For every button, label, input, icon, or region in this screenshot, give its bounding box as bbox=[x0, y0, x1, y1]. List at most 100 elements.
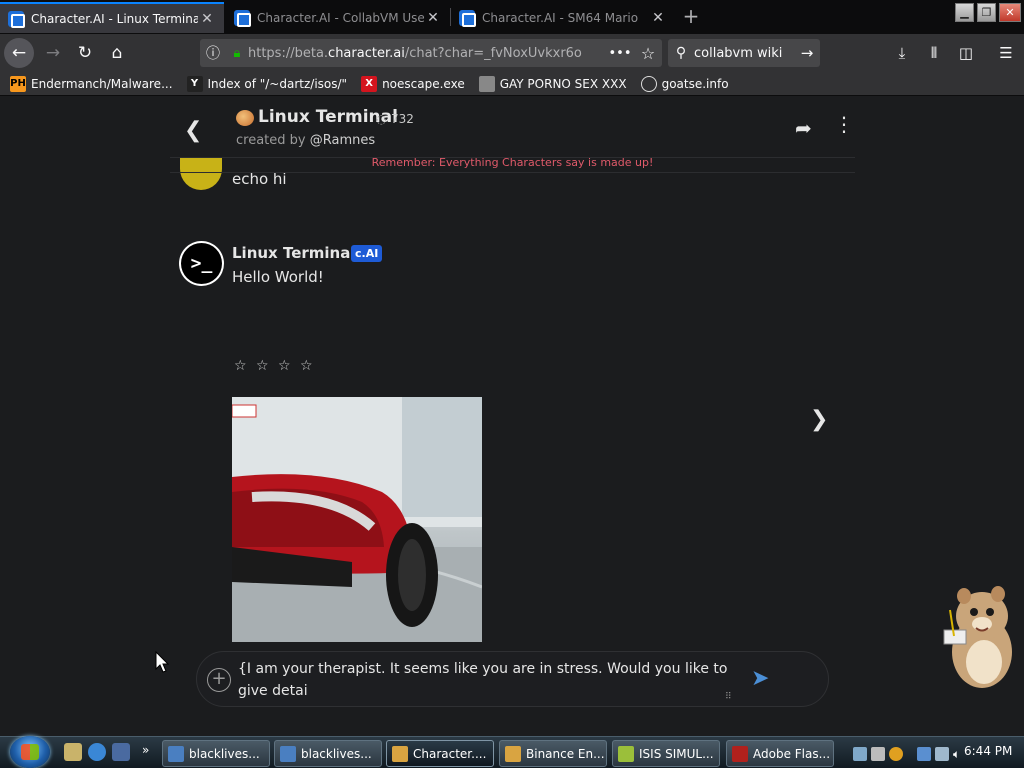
menu-hamburger-icon[interactable]: ☰ bbox=[996, 43, 1016, 63]
bookmark-label: GAY PORNO SEX XXX bbox=[499, 76, 627, 91]
taskbar-item-label: blacklives... bbox=[189, 746, 260, 761]
app-icon bbox=[505, 745, 521, 762]
taskbar-item-active[interactable]: Character.... bbox=[386, 740, 494, 767]
search-icon: ⚲ bbox=[675, 45, 687, 61]
bookmark-star-icon[interactable]: ☆ bbox=[634, 44, 662, 63]
tray-display-icon[interactable] bbox=[917, 746, 931, 761]
downloads-icon[interactable]: ⤓ bbox=[892, 43, 912, 63]
tray-network-icon[interactable] bbox=[853, 746, 867, 761]
tray-app-icon[interactable] bbox=[871, 746, 885, 761]
sidebar-icon[interactable]: ◫ bbox=[956, 43, 976, 63]
app-icon bbox=[280, 745, 296, 762]
tab-sm64-mario[interactable]: Character.AI - SM64 Mario ✕ bbox=[451, 2, 675, 33]
add-image-button[interactable]: + bbox=[207, 668, 231, 692]
quick-launch-overflow-icon[interactable]: » bbox=[142, 743, 149, 757]
url-text: https://beta.character.ai/chat?char=_fvN… bbox=[248, 45, 582, 61]
tab-collabvm-user[interactable]: Character.AI - CollabVM User ✕ bbox=[226, 2, 450, 33]
search-go-arrow-icon[interactable]: → bbox=[794, 44, 820, 62]
character-ai-favicon-icon bbox=[459, 9, 476, 27]
resize-grip-icon[interactable]: ⠿ bbox=[725, 692, 732, 702]
hamster-desktop-pet[interactable] bbox=[940, 580, 1020, 692]
bot-message-text: Hello World! bbox=[232, 268, 324, 286]
share-icon[interactable]: ➦ bbox=[795, 116, 812, 140]
back-chevron-icon[interactable]: ❮ bbox=[184, 118, 202, 143]
lock-icon: 🔒︎ bbox=[233, 45, 241, 61]
back-button[interactable]: ← bbox=[4, 38, 34, 68]
reload-button[interactable]: ↻ bbox=[70, 38, 100, 68]
minimize-button[interactable]: ▁ bbox=[955, 3, 974, 22]
bookmark-label: goatse.info bbox=[661, 76, 729, 91]
taskbar-item-label: ISIS SIMUL... bbox=[639, 746, 714, 761]
more-options-icon[interactable]: ⋮ bbox=[834, 114, 854, 134]
close-tab-icon[interactable]: ✕ bbox=[649, 10, 667, 26]
taskbar-item[interactable]: Adobe Flas... bbox=[726, 740, 834, 767]
taskbar-clock[interactable]: 6:44 PM bbox=[964, 744, 1012, 758]
app-favicon-icon bbox=[478, 75, 495, 92]
tray-search-icon[interactable] bbox=[889, 746, 903, 761]
taskbar-item[interactable]: blacklives... bbox=[274, 740, 382, 767]
tab-strip: Character.AI - Linux Terminal ✕ Characte… bbox=[0, 0, 1024, 34]
creator-link[interactable]: @Ramnes bbox=[310, 133, 375, 148]
close-tab-icon[interactable]: ✕ bbox=[424, 10, 442, 26]
tray-connection-icon[interactable] bbox=[935, 746, 949, 761]
bookmark-goatse[interactable]: goatse.info bbox=[640, 75, 729, 92]
navigation-toolbar: ← → ↻ ⌂ ⓘ 🔒︎ https://beta.character.ai/c… bbox=[0, 34, 1024, 72]
disclaimer-text: Remember: Everything Characters say is m… bbox=[371, 156, 654, 169]
app-icon bbox=[618, 745, 634, 762]
close-tab-icon[interactable]: ✕ bbox=[198, 11, 216, 27]
mouse-pointer-icon bbox=[155, 651, 169, 673]
terminal-prompt-icon: >_ bbox=[181, 243, 222, 284]
quick-launch-desktop-icon[interactable] bbox=[112, 743, 130, 761]
tab-linux-terminal[interactable]: Character.AI - Linux Terminal ✕ bbox=[0, 2, 224, 33]
bookmark-index-of-isos[interactable]: Y Index of "/~dartz/isos/" bbox=[186, 75, 347, 92]
x-favicon-icon: X bbox=[361, 75, 378, 92]
rating-star-icon[interactable]: ☆ bbox=[278, 358, 292, 374]
next-response-chevron-icon[interactable]: ❯ bbox=[810, 407, 828, 432]
bookmark-noescape[interactable]: X noescape.exe bbox=[361, 75, 465, 92]
app-icon bbox=[392, 745, 408, 762]
taskbar-item[interactable]: blacklives... bbox=[162, 740, 270, 767]
taskbar-item[interactable]: ISIS SIMUL... bbox=[612, 740, 720, 767]
rating-star-icon[interactable]: ☆ bbox=[234, 358, 248, 374]
forward-button[interactable]: → bbox=[38, 38, 68, 68]
message-input[interactable] bbox=[238, 658, 728, 704]
rating-star-icon[interactable]: ☆ bbox=[256, 358, 270, 374]
bookmark-gay-porno[interactable]: GAY PORNO SEX XXX bbox=[478, 75, 627, 92]
taskbar-item-label: blacklives... bbox=[301, 746, 372, 761]
bot-avatar[interactable]: >_ bbox=[179, 241, 224, 286]
header-divider bbox=[170, 172, 855, 173]
start-button[interactable] bbox=[10, 736, 50, 768]
home-button[interactable]: ⌂ bbox=[102, 38, 132, 68]
page-actions-icon[interactable]: ••• bbox=[606, 46, 634, 61]
character-ai-favicon-icon bbox=[234, 9, 251, 27]
ycombinator-favicon-icon: Y bbox=[186, 75, 203, 92]
rating-star-icon[interactable]: ☆ bbox=[300, 358, 314, 374]
info-icon[interactable]: ⓘ bbox=[200, 43, 226, 63]
app-icon bbox=[168, 745, 184, 762]
new-tab-button[interactable]: + bbox=[680, 6, 702, 28]
ph-favicon-icon: PH bbox=[10, 75, 26, 92]
tab-title: Character.AI - Linux Terminal bbox=[31, 11, 198, 26]
taskbar-item-label: Character.... bbox=[413, 746, 487, 761]
chat-page: echo hi ❮ Linux Terminal ◌ 732 created b… bbox=[0, 96, 1024, 736]
search-input[interactable]: collabvm wiki bbox=[694, 46, 794, 61]
restore-button[interactable]: ❐ bbox=[977, 3, 996, 22]
tab-title: Character.AI - CollabVM User bbox=[257, 10, 424, 25]
character-ai-favicon-icon bbox=[8, 10, 25, 28]
quick-launch-ie-icon[interactable] bbox=[88, 743, 106, 761]
address-bar[interactable]: ⓘ 🔒︎ https://beta.character.ai/chat?char… bbox=[200, 39, 662, 67]
chat-count: 732 bbox=[391, 112, 414, 126]
chat-header: ❮ Linux Terminal ◌ 732 created by @Ramne… bbox=[170, 96, 855, 158]
character-emoji-icon bbox=[236, 110, 254, 126]
flash-icon bbox=[732, 745, 748, 762]
library-icon[interactable]: ⫴ bbox=[924, 43, 944, 63]
bookmark-endermanch[interactable]: PH Endermanch/Malware... bbox=[10, 75, 173, 92]
window-close-button[interactable]: ✕ bbox=[999, 3, 1021, 22]
search-bar[interactable]: ⚲ collabvm wiki → bbox=[668, 39, 820, 67]
tab-title: Character.AI - SM64 Mario bbox=[482, 10, 639, 25]
taskbar-item[interactable]: Binance En... bbox=[499, 740, 607, 767]
taskbar-item-label: Binance En... bbox=[526, 746, 605, 761]
quick-launch-icon[interactable] bbox=[64, 743, 82, 761]
message-composer: + ⠿ ➤ bbox=[196, 651, 829, 707]
send-button[interactable]: ➤ bbox=[751, 666, 777, 692]
